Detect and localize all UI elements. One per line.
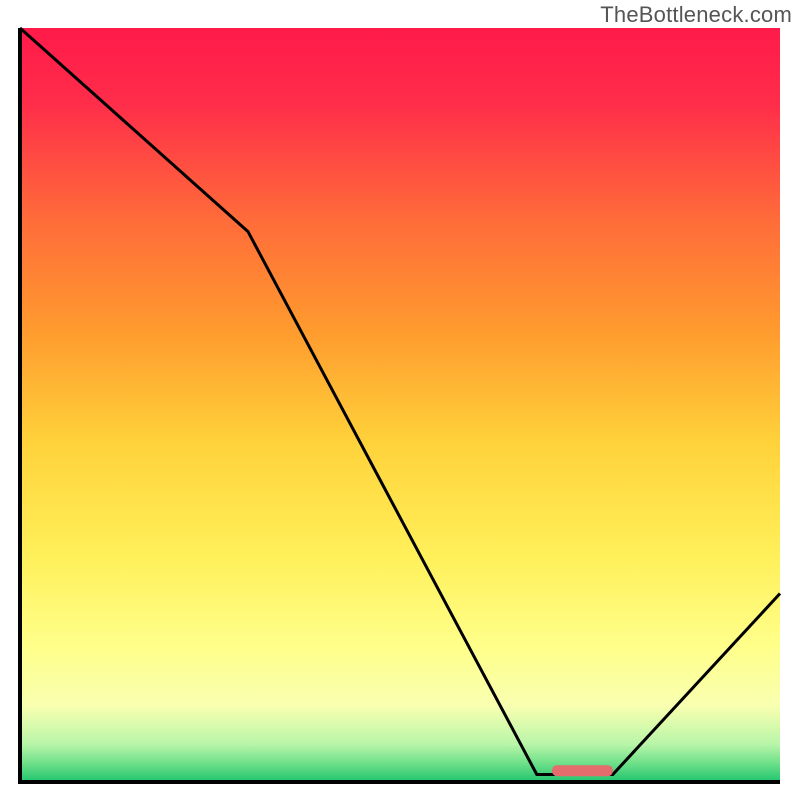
- bottleneck-chart: [0, 0, 800, 800]
- optimal-marker: [552, 765, 613, 776]
- plot-background: [20, 28, 780, 782]
- watermark-text: TheBottleneck.com: [600, 2, 792, 28]
